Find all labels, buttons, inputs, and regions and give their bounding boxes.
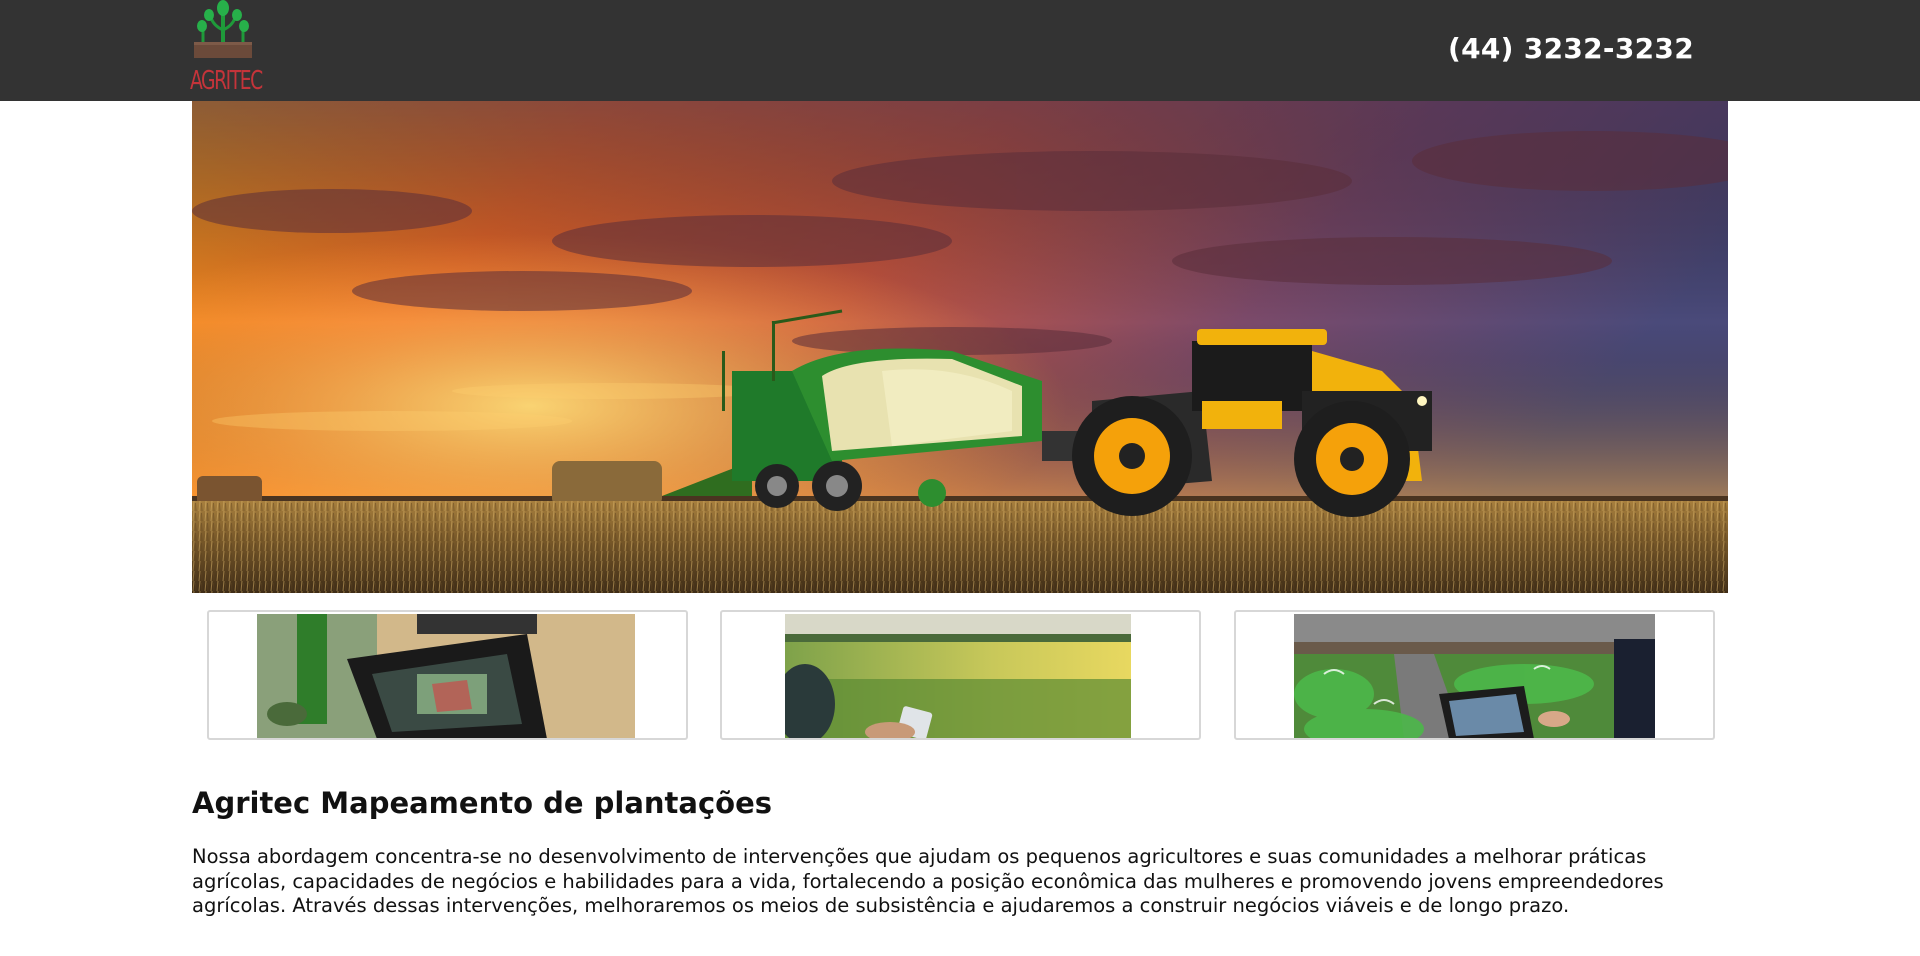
thumbnail-card-field-phone[interactable] [720, 610, 1201, 740]
header-bar: AGRITEC (44) 3232-3232 [0, 0, 1920, 101]
tablet-smart-greenhouse-image [1294, 614, 1655, 738]
thumbnail-card-gps-display[interactable] [207, 610, 688, 740]
logo-wordmark: AGRITEC [190, 66, 263, 96]
tractor-sunset-image [192, 101, 1728, 593]
page-title: Agritec Mapeamento de plantações [192, 786, 773, 820]
description-text: Nossa abordagem concentra-se no desenvol… [192, 845, 1664, 917]
phone-number[interactable]: (44) 3232-3232 [1448, 32, 1694, 65]
agritec-logo[interactable]: AGRITEC [190, 0, 263, 101]
hero-banner-image [192, 101, 1728, 593]
phone-in-green-field-image [785, 614, 1131, 738]
tractor-gps-display-image [257, 614, 635, 738]
sprout-logo-icon [194, 0, 252, 58]
thumbnail-card-smart-farming[interactable] [1234, 610, 1715, 740]
